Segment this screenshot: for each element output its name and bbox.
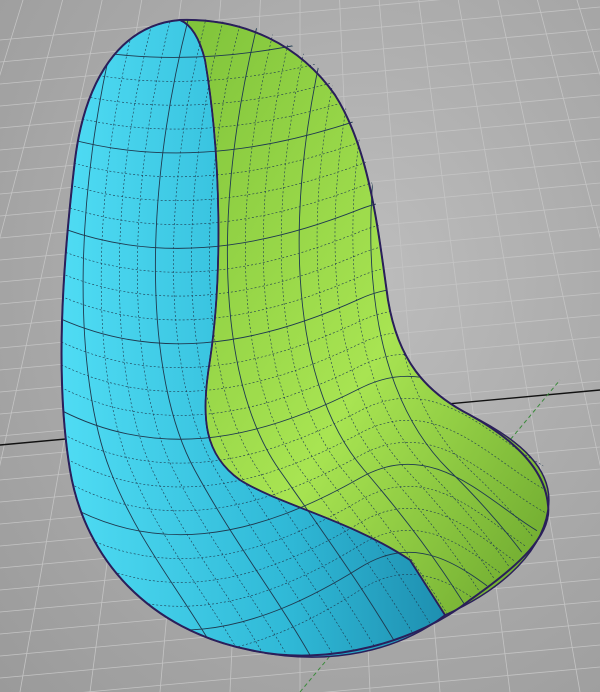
scene-canvas[interactable]	[0, 0, 600, 692]
chair-shell-model[interactable]	[40, 10, 600, 692]
modeling-viewport[interactable]	[0, 0, 600, 692]
